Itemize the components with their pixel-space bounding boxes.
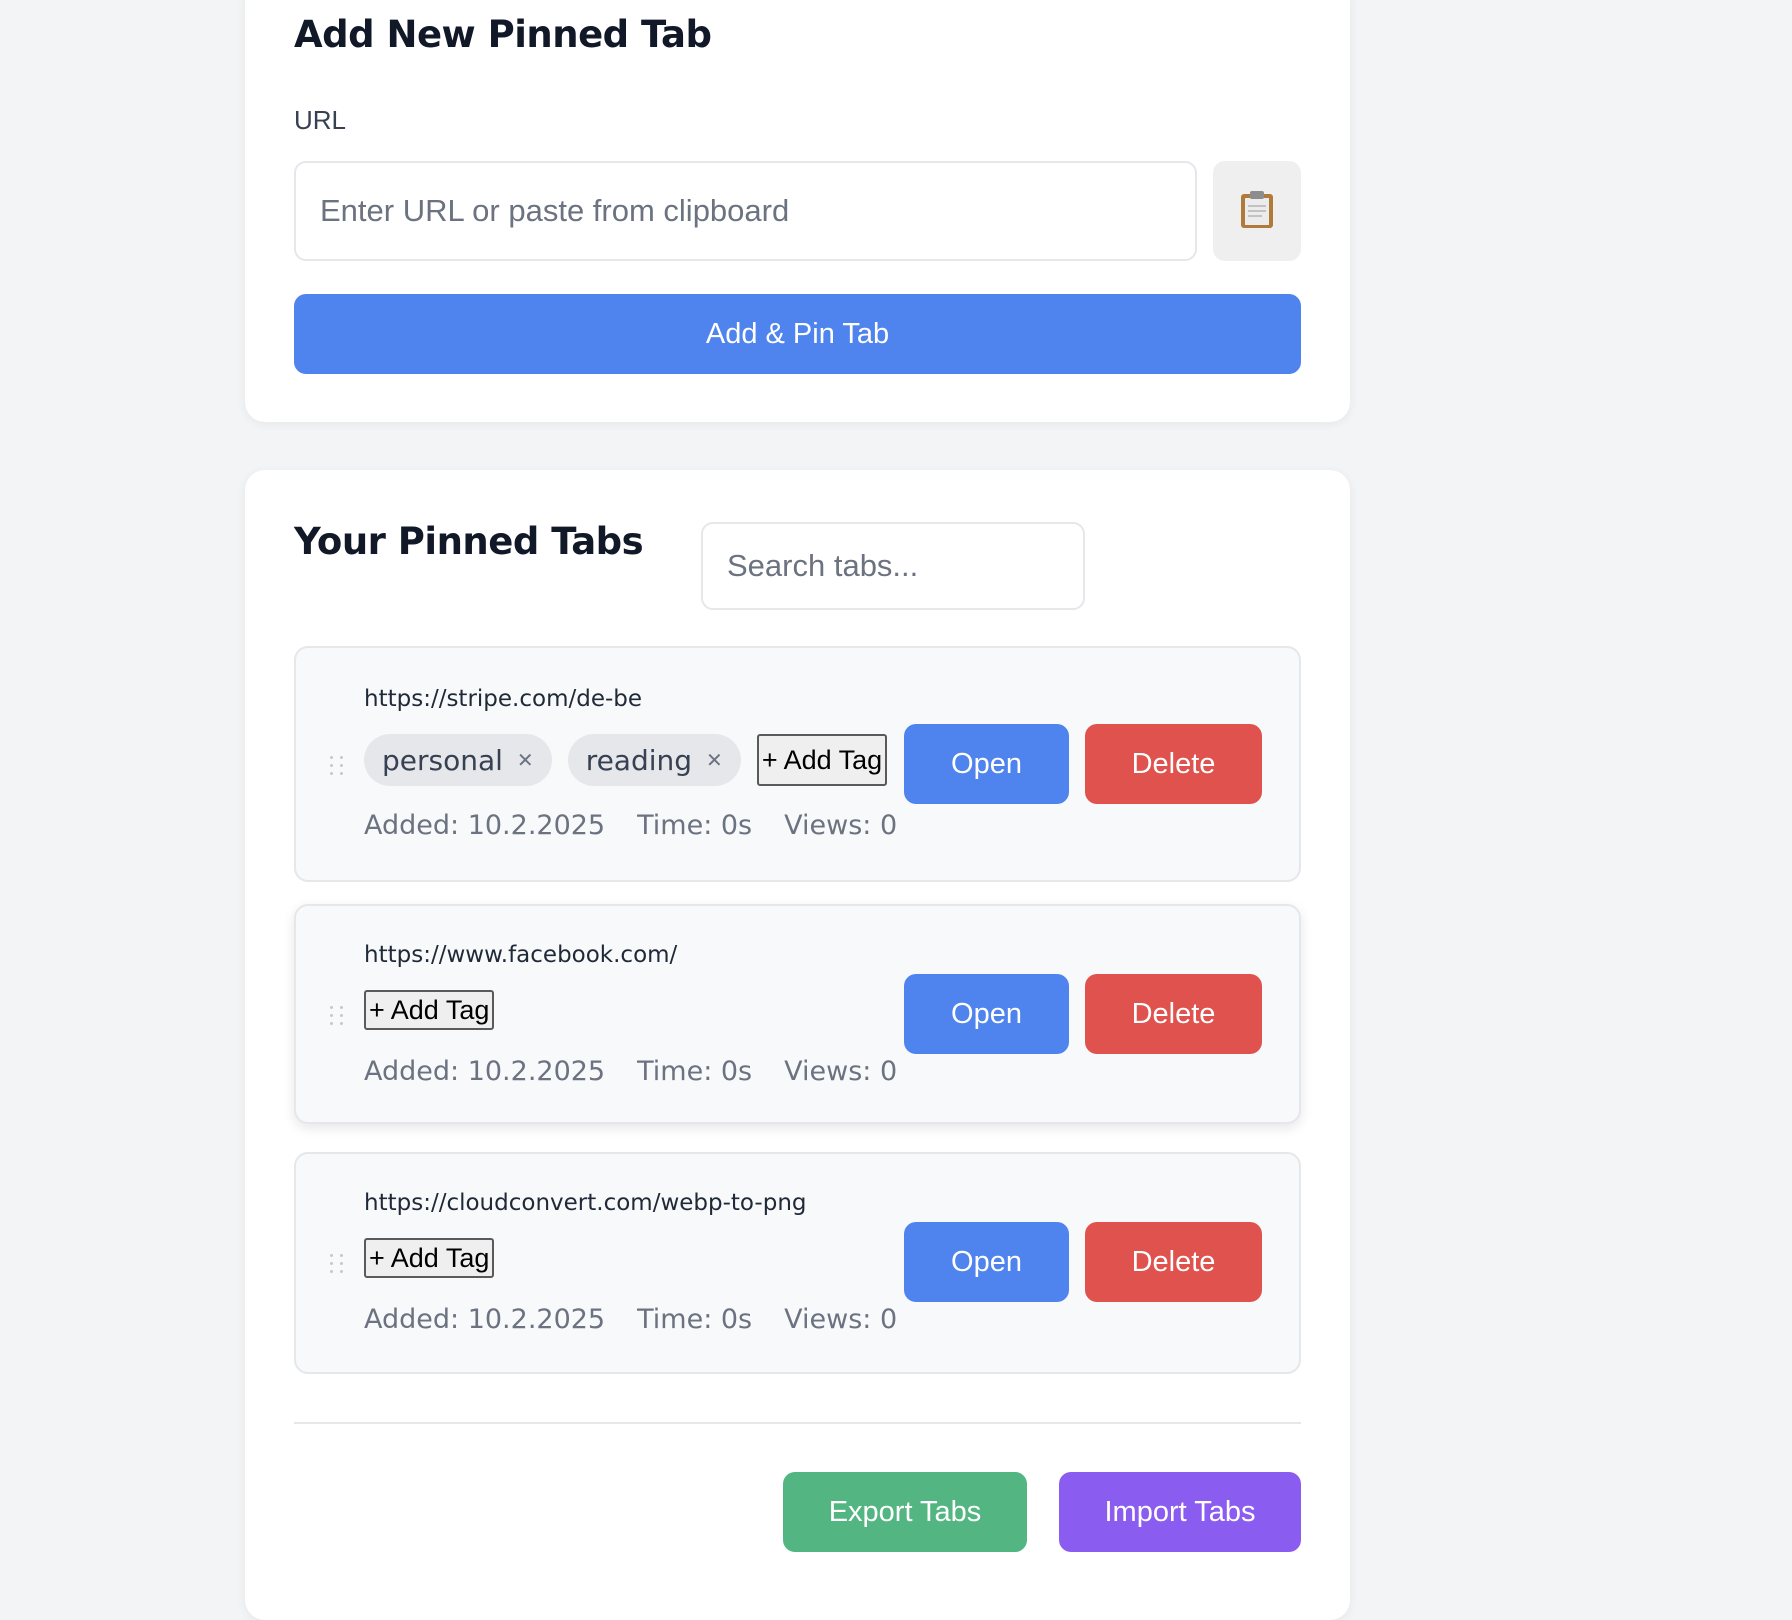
time-spent: Time: 0s bbox=[637, 810, 753, 841]
view-count: Views: 0 bbox=[784, 810, 898, 841]
add-pin-tab-button[interactable]: Add & Pin Tab bbox=[294, 294, 1301, 374]
tab-meta: Added: 10.2.2025 Time: 0s Views: 0 bbox=[364, 1056, 897, 1087]
delete-button[interactable]: Delete bbox=[1085, 724, 1262, 804]
tag-row: + Add Tag bbox=[364, 990, 495, 1030]
tag-row: + Add Tag bbox=[364, 1238, 495, 1278]
view-count: Views: 0 bbox=[784, 1056, 898, 1087]
drag-handle-icon[interactable] bbox=[330, 756, 346, 776]
pinned-tabs-card: Your Pinned Tabs https://stripe.com/de-b… bbox=[245, 470, 1350, 1620]
pinned-tab-item: https://stripe.com/de-be personal ✕ read… bbox=[294, 646, 1301, 882]
clipboard-icon bbox=[1239, 190, 1275, 233]
add-tag-button[interactable]: + Add Tag bbox=[756, 734, 888, 786]
divider bbox=[294, 1422, 1301, 1424]
time-spent: Time: 0s bbox=[637, 1056, 753, 1087]
tag-label: reading bbox=[585, 743, 693, 777]
tab-url: https://www.facebook.com/ bbox=[364, 942, 678, 968]
open-button[interactable]: Open bbox=[904, 1222, 1069, 1302]
url-label: URL bbox=[294, 105, 347, 135]
open-button[interactable]: Open bbox=[904, 974, 1069, 1054]
tag-label: personal bbox=[382, 743, 503, 777]
export-tabs-button[interactable]: Export Tabs bbox=[783, 1472, 1027, 1552]
added-date: Added: 10.2.2025 bbox=[364, 1304, 606, 1335]
delete-button[interactable]: Delete bbox=[1085, 974, 1262, 1054]
time-spent: Time: 0s bbox=[637, 1304, 753, 1335]
tag-chip: personal ✕ bbox=[364, 734, 552, 786]
add-tag-button[interactable]: + Add Tag bbox=[364, 990, 495, 1030]
url-input[interactable] bbox=[294, 161, 1197, 261]
remove-tag-icon[interactable]: ✕ bbox=[706, 748, 723, 772]
search-input[interactable] bbox=[701, 522, 1085, 610]
open-button[interactable]: Open bbox=[904, 724, 1069, 804]
tab-meta: Added: 10.2.2025 Time: 0s Views: 0 bbox=[364, 1304, 897, 1335]
pinned-tabs-heading: Your Pinned Tabs bbox=[294, 520, 644, 563]
delete-button[interactable]: Delete bbox=[1085, 1222, 1262, 1302]
remove-tag-icon[interactable]: ✕ bbox=[517, 748, 534, 772]
tab-url: https://stripe.com/de-be bbox=[364, 686, 643, 712]
tab-meta: Added: 10.2.2025 Time: 0s Views: 0 bbox=[364, 810, 897, 841]
drag-handle-icon[interactable] bbox=[330, 1254, 346, 1274]
view-count: Views: 0 bbox=[784, 1304, 898, 1335]
tab-url: https://cloudconvert.com/webp-to-png bbox=[364, 1190, 807, 1216]
drag-handle-icon[interactable] bbox=[330, 1006, 346, 1026]
add-tag-button[interactable]: + Add Tag bbox=[364, 1238, 495, 1278]
tag-chip: reading ✕ bbox=[567, 734, 741, 786]
pinned-tab-item: https://cloudconvert.com/webp-to-png + A… bbox=[294, 1152, 1301, 1374]
add-tab-heading: Add New Pinned Tab bbox=[294, 13, 712, 56]
tag-row: personal ✕ reading ✕ + Add Tag bbox=[364, 734, 888, 786]
added-date: Added: 10.2.2025 bbox=[364, 1056, 606, 1087]
added-date: Added: 10.2.2025 bbox=[364, 810, 606, 841]
pinned-tab-item: https://www.facebook.com/ + Add Tag Adde… bbox=[294, 904, 1301, 1124]
paste-clipboard-button[interactable] bbox=[1213, 161, 1301, 261]
import-tabs-button[interactable]: Import Tabs bbox=[1059, 1472, 1301, 1552]
add-tab-card: Add New Pinned Tab URL Add & Pin Tab bbox=[245, 0, 1350, 422]
